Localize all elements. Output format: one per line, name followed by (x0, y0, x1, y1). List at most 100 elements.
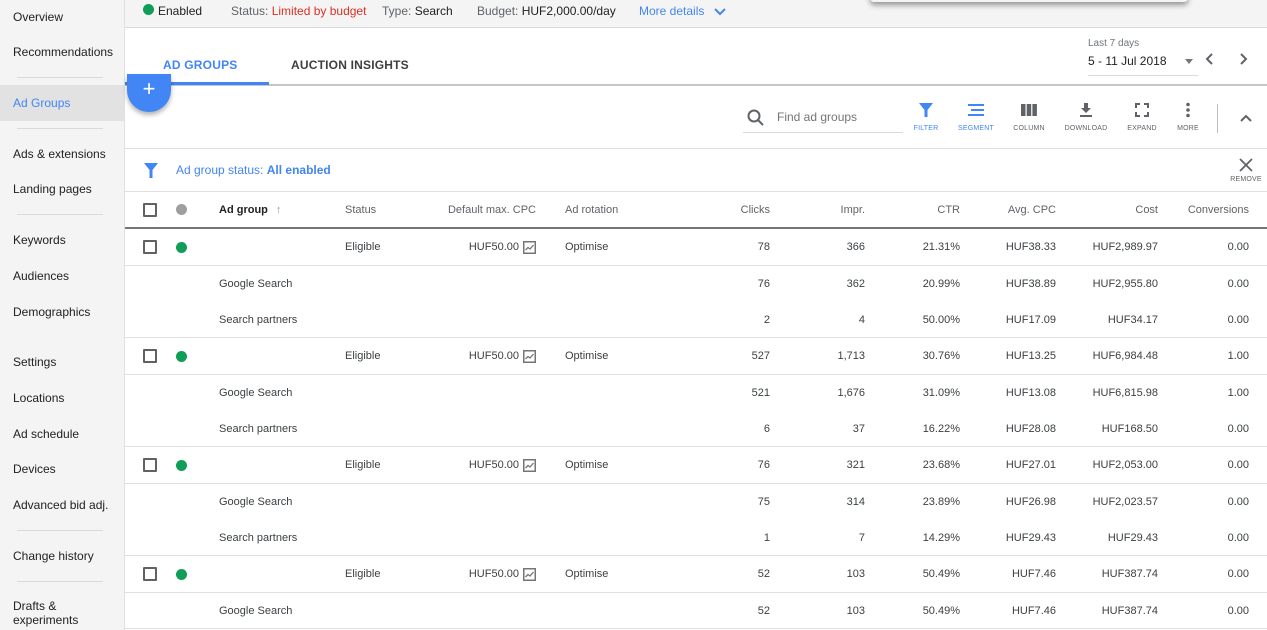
impr-cell: 366 (846, 241, 865, 253)
ad-group-name[interactable] (219, 556, 339, 592)
conversions-cell: 1.00 (1227, 350, 1249, 362)
sidebar-item-keywords[interactable]: Keywords (0, 233, 124, 247)
cost-cell: HUF387.74 (1101, 568, 1158, 580)
column-header-impr[interactable]: Impr. (775, 192, 865, 227)
table-toolbar: FILTER SEGMENT COLUMN DOWNLOAD EXPAND MO… (125, 88, 1267, 149)
avg-cpc-cell: HUF38.33 (1005, 241, 1056, 253)
expand-button[interactable]: EXPAND (1117, 102, 1167, 132)
search-underline (743, 132, 903, 133)
ad-group-row[interactable]: Eligible HUF50.00 Optimise 527 1,713 30.76% HU… (125, 338, 1267, 375)
bid-chart-icon[interactable] (523, 349, 536, 363)
sidebar-item-ad-groups[interactable]: Ad Groups (0, 85, 124, 121)
column-header-clicks[interactable]: Clicks (685, 192, 770, 227)
clicks-cell: 527 (751, 350, 770, 362)
sidebar-item-demographics[interactable]: Demographics (0, 305, 124, 319)
sidebar-item-ads-extensions[interactable]: Ads & extensions (0, 147, 124, 161)
nav-divider (17, 214, 103, 215)
enabled-status-dot (143, 4, 154, 15)
cpc-value: HUF50.00 (468, 568, 519, 580)
tab-auction-insights[interactable]: AUCTION INSIGHTS (291, 58, 409, 72)
cost-cell: HUF34.17 (1107, 313, 1158, 326)
column-header-conversions[interactable]: Conversions (1165, 192, 1249, 227)
conversions-cell: 0.00 (1227, 313, 1249, 326)
avg-cpc-cell: HUF28.08 (1005, 422, 1056, 435)
more-button[interactable]: MORE (1163, 102, 1213, 132)
previous-period-button[interactable] (1205, 51, 1215, 69)
column-header-ad-group[interactable]: Ad group ↑ (219, 192, 339, 227)
sidebar-item-settings[interactable]: Settings (0, 355, 124, 369)
column-header-ad-rotation[interactable]: Ad rotation (565, 192, 675, 227)
sidebar-item-recommendations[interactable]: Recommendations (0, 45, 124, 59)
ad-rotation-cell[interactable]: Optimise (565, 338, 675, 374)
remove-filter-button[interactable]: REMOVE (1229, 158, 1263, 183)
segment-row: Google Search 76 362 20.99% HUF38.89 HUF2,955… (125, 266, 1267, 302)
collapse-toolbar-button[interactable] (1239, 110, 1253, 128)
ad-group-name[interactable] (219, 447, 339, 483)
sidebar-item-devices[interactable]: Devices (0, 462, 124, 476)
sidebar-item-landing-pages[interactable]: Landing pages (0, 182, 124, 196)
sidebar-item-overview[interactable]: Overview (0, 10, 124, 24)
conversions-cell: 0.00 (1227, 278, 1249, 290)
row-checkbox[interactable] (143, 458, 157, 472)
sidebar-item-advanced-bid-adj[interactable]: Advanced bid adj. (0, 498, 124, 512)
cost-cell: HUF6,815.98 (1092, 387, 1158, 399)
column-header-ctr[interactable]: CTR (870, 192, 960, 227)
row-checkbox[interactable] (143, 567, 157, 581)
column-header-status[interactable]: Status (345, 192, 435, 227)
bid-chart-icon[interactable] (523, 240, 536, 254)
sidebar-item-drafts-experiments[interactable]: Drafts & experiments (0, 599, 124, 627)
enabled-status-dot[interactable] (176, 241, 187, 253)
status-dot[interactable] (176, 204, 187, 215)
row-checkbox[interactable] (143, 349, 157, 363)
sidebar-item-locations[interactable]: Locations (0, 391, 124, 405)
date-range-selector[interactable]: 5 - 11 Jul 2018 (1088, 54, 1167, 68)
status-dot-header (176, 192, 187, 227)
clicks-cell: 6 (763, 422, 770, 435)
cost-cell: HUF29.43 (1107, 531, 1158, 544)
sidebar-item-audiences[interactable]: Audiences (0, 269, 124, 283)
more-details-link[interactable]: More details (639, 4, 726, 18)
row-select-cell (143, 229, 158, 265)
next-period-button[interactable] (1238, 51, 1248, 69)
ad-group-row[interactable]: Eligible HUF50.00 Optimise 78 366 21.31% HUF38… (125, 229, 1267, 266)
enabled-status-dot[interactable] (176, 568, 187, 580)
column-button[interactable]: COLUMN (1004, 102, 1054, 132)
remove-label: REMOVE (1230, 176, 1262, 183)
default-max-cpc-cell[interactable]: HUF50.00 (435, 556, 536, 592)
bid-chart-icon[interactable] (523, 567, 536, 581)
row-checkbox[interactable] (143, 240, 157, 254)
bid-chart-icon[interactable] (523, 458, 536, 472)
filter-icon (919, 103, 933, 117)
ad-rotation-cell[interactable]: Optimise (565, 229, 675, 265)
filter-button[interactable]: FILTER (901, 102, 951, 132)
tab-ad-groups[interactable]: AD GROUPS (163, 58, 237, 72)
cost-cell: HUF2,989.97 (1092, 241, 1158, 253)
segment-button[interactable]: SEGMENT (951, 102, 1001, 132)
ad-rotation-cell[interactable]: Optimise (565, 556, 675, 592)
default-max-cpc-cell[interactable]: HUF50.00 (435, 229, 536, 265)
sidebar-item-ad-schedule[interactable]: Ad schedule (0, 427, 124, 441)
enabled-status-dot[interactable] (176, 459, 187, 471)
column-header-default-max-cpc[interactable]: Default max. CPC (435, 192, 536, 227)
dropdown-caret-icon[interactable] (1185, 59, 1193, 64)
ad-group-row[interactable]: Eligible HUF50.00 Optimise 52 103 50.49% HUF7.… (125, 556, 1267, 593)
column-header-label: Ad group (219, 203, 268, 216)
column-header-cost[interactable]: Cost (1060, 192, 1158, 227)
status-cell: Eligible (345, 350, 381, 362)
select-all-cell (143, 192, 158, 227)
ad-rotation-cell[interactable]: Optimise (565, 447, 675, 483)
default-max-cpc-cell[interactable]: HUF50.00 (435, 338, 536, 374)
search-input[interactable] (777, 110, 902, 124)
filter-chip[interactable]: Ad group status: All enabled (176, 163, 331, 177)
download-button[interactable]: DOWNLOAD (1061, 102, 1111, 132)
ctr-cell: 23.89% (922, 496, 960, 508)
ad-group-name[interactable] (219, 229, 339, 265)
sort-ascending-icon: ↑ (275, 203, 282, 216)
sidebar-item-change-history[interactable]: Change history (0, 549, 124, 563)
enabled-status-dot[interactable] (176, 350, 187, 362)
default-max-cpc-cell[interactable]: HUF50.00 (435, 447, 536, 483)
column-header-avg-cpc[interactable]: Avg. CPC (965, 192, 1056, 227)
select-all-checkbox[interactable] (143, 202, 157, 217)
ad-group-name[interactable] (219, 338, 339, 374)
ad-group-row[interactable]: Eligible HUF50.00 Optimise 76 321 23.68% HUF27… (125, 447, 1267, 484)
